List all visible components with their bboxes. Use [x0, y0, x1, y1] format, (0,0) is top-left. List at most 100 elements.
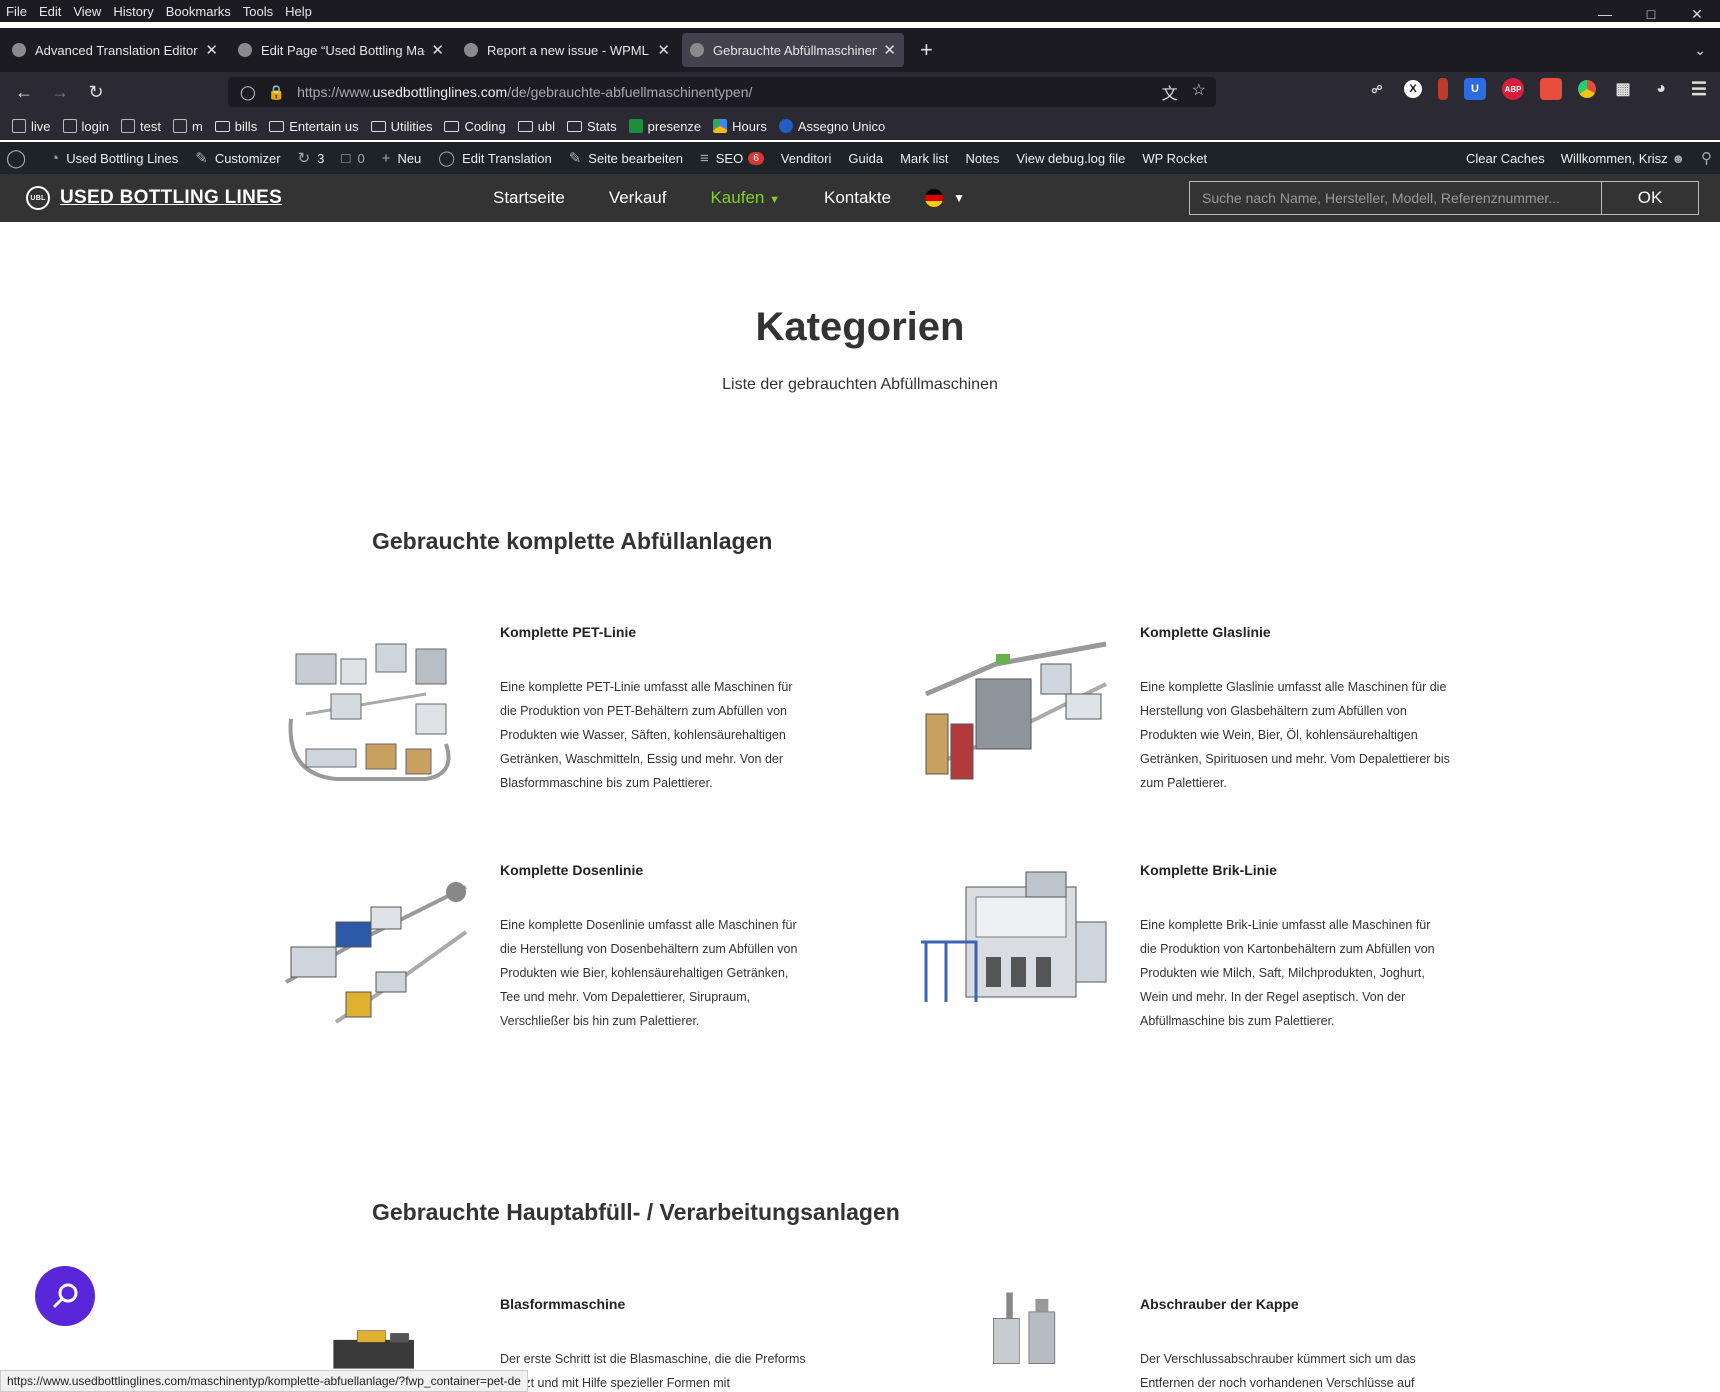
close-tab-icon[interactable]: ✕	[205, 41, 218, 59]
close-icon[interactable]: ✕	[1674, 0, 1720, 28]
tab-gebrauchte-abfuellmaschinen[interactable]: Gebrauchte Abfüllmaschinentyp ✕	[682, 33, 904, 67]
bookmark-extension-icon[interactable]	[1438, 78, 1448, 100]
menu-bookmarks[interactable]: Bookmarks	[160, 4, 237, 19]
menu-file[interactable]: File	[0, 4, 33, 19]
card-title[interactable]: Abschrauber der Kappe	[1140, 1296, 1299, 1312]
forward-arrow-icon[interactable]: →	[42, 76, 78, 108]
menu-edit[interactable]: Edit	[33, 4, 67, 19]
reload-icon[interactable]: ↻	[78, 76, 114, 108]
shield-icon[interactable]: ◯	[240, 84, 256, 101]
pocket-icon[interactable]: ☍	[1366, 78, 1388, 100]
new-tab-icon[interactable]: +	[920, 37, 933, 63]
ublock-icon[interactable]: U	[1464, 78, 1486, 100]
card-title[interactable]: Komplette PET-Linie	[500, 624, 636, 640]
bookmark-m[interactable]: m	[172, 119, 203, 134]
wp-link-notes[interactable]: Notes	[965, 151, 999, 166]
translate-icon[interactable]: 文	[1162, 80, 1178, 104]
url-bar[interactable]: ◯ 🔒 https://www. usedbottlinglines.com/de…	[228, 77, 1216, 107]
wp-updates[interactable]: ↻ 3	[298, 149, 325, 167]
bookmark-login[interactable]: login	[62, 118, 109, 134]
bookmark-hours[interactable]: Hours	[713, 119, 767, 134]
nav-kontakte[interactable]: Kontakte	[824, 188, 891, 208]
tab-report-issue[interactable]: Report a new issue - WPML ✕	[456, 33, 678, 67]
wp-seo[interactable]: ≡ SEO 6	[700, 150, 764, 167]
site-search-input[interactable]	[1190, 182, 1601, 214]
logo-badge: UBL	[26, 186, 50, 210]
adblock-icon[interactable]: ABP	[1502, 78, 1524, 100]
bookmark-folder-coding[interactable]: Coding	[444, 119, 506, 134]
wp-edit-translation[interactable]: ◯ Edit Translation	[438, 149, 551, 167]
bookmark-folder-bills[interactable]: bills	[214, 119, 257, 134]
search-icon[interactable]: ⚲	[1701, 149, 1712, 167]
color-wheel-icon[interactable]	[1578, 80, 1596, 98]
bookmark-label: login	[81, 118, 109, 134]
menu-help[interactable]: Help	[279, 4, 318, 19]
can-line-image[interactable]	[276, 862, 476, 1032]
german-flag-icon[interactable]	[925, 189, 944, 207]
close-tab-icon[interactable]: ✕	[883, 41, 896, 59]
nav-startseite[interactable]: Startseite	[493, 188, 565, 208]
caret-down-icon[interactable]: ▼	[953, 191, 965, 205]
puzzle-icon[interactable]: ▦	[1612, 78, 1634, 100]
wp-clear-caches[interactable]: Clear Caches	[1466, 151, 1545, 166]
nav-verkauf[interactable]: Verkauf	[609, 188, 667, 208]
card-title[interactable]: Blasformmaschine	[500, 1296, 625, 1312]
wp-site-name[interactable]: ◔ Used Bottling Lines	[50, 150, 178, 167]
star-icon[interactable]: ☆	[1192, 80, 1206, 104]
card-title[interactable]: Komplette Brik-Linie	[1140, 862, 1277, 878]
minimize-icon[interactable]: —	[1582, 0, 1628, 28]
menu-tools[interactable]: Tools	[237, 4, 279, 19]
bookmark-folder-utilities[interactable]: Utilities	[370, 119, 432, 134]
bookmark-folder-stats[interactable]: Stats	[567, 119, 617, 134]
card-title[interactable]: Komplette Glaslinie	[1140, 624, 1271, 640]
wp-link-wp-rocket[interactable]: WP Rocket	[1142, 151, 1207, 166]
tab-bar: Advanced Translation Editor - W ✕ Edit P…	[0, 28, 1720, 72]
tab-edit-page[interactable]: Edit Page “Used Bottling Machi ✕	[230, 33, 452, 67]
wp-link-mark-list[interactable]: Mark list	[900, 151, 948, 166]
account-icon[interactable]: ◕	[1650, 78, 1672, 100]
bookmark-test[interactable]: test	[120, 119, 161, 134]
wp-link-debug-log[interactable]: View debug.log file	[1016, 151, 1125, 166]
tab-advanced-translation-editor[interactable]: Advanced Translation Editor - W ✕	[4, 33, 226, 67]
close-tab-icon[interactable]: ✕	[657, 41, 670, 59]
brik-line-image[interactable]	[916, 862, 1116, 1032]
card-title[interactable]: Komplette Dosenlinie	[500, 862, 643, 878]
menu-view[interactable]: View	[67, 4, 107, 19]
wp-customizer[interactable]: ✎ Customizer	[195, 149, 280, 167]
wp-link-venditori[interactable]: Venditori	[781, 151, 832, 166]
wp-new-content[interactable]: + Neu	[382, 150, 422, 167]
bookmark-live[interactable]: live	[12, 119, 51, 134]
floating-search-button[interactable]	[35, 1266, 95, 1326]
user-icon: ☻	[1671, 150, 1685, 166]
menu-history[interactable]: History	[107, 4, 159, 19]
nav-kaufen[interactable]: Kaufen ▼	[710, 188, 780, 208]
back-arrow-icon[interactable]: ←	[6, 76, 42, 108]
card-description: Eine komplette Glaslinie umfasst alle Ma…	[1140, 680, 1450, 790]
site-logo[interactable]: UBL USED BOTTLING LINES	[26, 186, 282, 210]
wordpress-logo[interactable]: ◯	[6, 148, 33, 169]
extension-red-icon[interactable]	[1540, 78, 1562, 100]
wp-link-guida[interactable]: Guida	[848, 151, 883, 166]
glass-line-image[interactable]	[916, 624, 1116, 794]
bookmark-label: presenze	[647, 118, 702, 134]
wp-account[interactable]: Willkommen, Krisz ☻	[1561, 151, 1685, 166]
bookmark-assegno-unico[interactable]: Assegno Unico	[778, 119, 885, 134]
lock-icon[interactable]: 🔒	[268, 84, 285, 101]
logo-text: USED BOTTLING LINES	[60, 187, 283, 208]
bookmark-presenze[interactable]: presenze	[628, 118, 702, 134]
chevron-down-icon[interactable]: ⌄	[1694, 42, 1706, 59]
cap-unscrewer-image[interactable]	[916, 1286, 1116, 1392]
bookmark-folder-ubl[interactable]: ubl	[517, 119, 555, 134]
favicon-icon	[464, 43, 478, 57]
site-search: OK	[1189, 181, 1699, 215]
pet-line-image[interactable]	[276, 624, 476, 794]
bookmark-folder-entertain[interactable]: Entertain us	[269, 119, 359, 134]
hamburger-menu-icon[interactable]: ☰	[1688, 78, 1710, 100]
wp-edit-page[interactable]: ✎ Seite bearbeiten	[569, 149, 683, 167]
caret-down-icon: ▼	[769, 194, 780, 206]
search-ok-button[interactable]: OK	[1601, 182, 1698, 214]
maximize-icon[interactable]: □	[1628, 0, 1674, 28]
x-extension-icon[interactable]: X	[1404, 80, 1422, 98]
wp-comments[interactable]: □ 0	[341, 150, 364, 167]
close-tab-icon[interactable]: ✕	[431, 41, 444, 59]
